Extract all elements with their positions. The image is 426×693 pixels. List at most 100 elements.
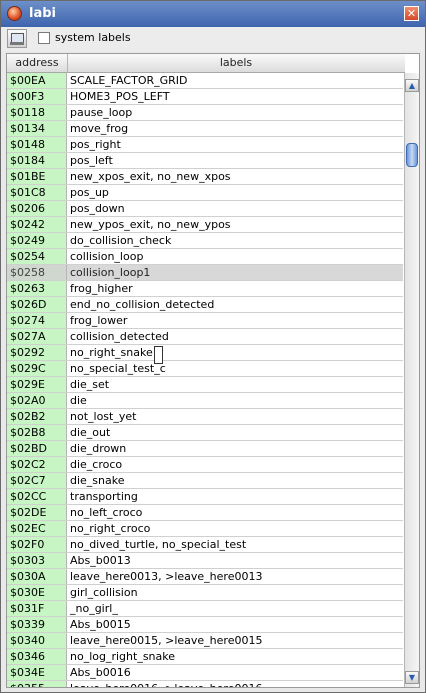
address-cell[interactable]: $0242 (7, 217, 67, 232)
address-cell[interactable]: $02BD (7, 441, 67, 456)
label-cell[interactable]: leave_here0015, >leave_here0015 (68, 633, 403, 648)
label-cell[interactable]: no_left_croco (68, 505, 403, 520)
table-row[interactable]: $027A collision_detected (7, 329, 403, 345)
address-cell[interactable]: $02C7 (7, 473, 67, 488)
label-cell[interactable]: no_log_right_snake (68, 649, 403, 664)
table-row[interactable]: $029C no_special_test_c (7, 361, 403, 377)
table-row[interactable]: $0242 new_ypos_exit, no_new_ypos (7, 217, 403, 233)
table-row[interactable]: $02C2 die_croco (7, 457, 403, 473)
table-row[interactable]: $00F3 HOME3_POS_LEFT (7, 89, 403, 105)
address-cell[interactable]: $02DE (7, 505, 67, 520)
label-cell[interactable]: pos_down (68, 201, 403, 216)
system-labels-label[interactable]: system labels (55, 31, 131, 44)
table-row[interactable]: $0292 no_right_snake (7, 345, 403, 361)
column-header-labels[interactable]: labels (68, 54, 404, 72)
address-cell[interactable]: $029E (7, 377, 67, 392)
table-row[interactable]: $02A0 die (7, 393, 403, 409)
label-cell[interactable]: _no_girl_ (68, 601, 403, 616)
table-row[interactable]: $0118 pause_loop (7, 105, 403, 121)
address-cell[interactable]: $0340 (7, 633, 67, 648)
address-cell[interactable]: $00EA (7, 73, 67, 88)
label-cell[interactable]: die_set (68, 377, 403, 392)
table-row[interactable]: $030E girl_collision (7, 585, 403, 601)
label-cell[interactable]: Abs_b0013 (68, 553, 403, 568)
table-row[interactable]: $0148 pos_right (7, 137, 403, 153)
address-cell[interactable]: $0184 (7, 153, 67, 168)
label-cell[interactable]: transporting (68, 489, 403, 504)
label-cell[interactable]: frog_higher (68, 281, 403, 296)
table-row[interactable]: $0303 Abs_b0013 (7, 553, 403, 569)
label-cell[interactable]: die_snake (68, 473, 403, 488)
label-cell[interactable]: no_right_croco (68, 521, 403, 536)
table-row[interactable]: $01BE new_xpos_exit, no_new_xpos (7, 169, 403, 185)
label-cell[interactable]: SCALE_FACTOR_GRID (68, 73, 403, 88)
address-cell[interactable]: $034E (7, 665, 67, 680)
address-cell[interactable]: $01BE (7, 169, 67, 184)
table-row[interactable]: $0184 pos_left (7, 153, 403, 169)
close-button[interactable]: ✕ (404, 6, 419, 21)
label-cell[interactable]: die_out (68, 425, 403, 440)
address-cell[interactable]: $0274 (7, 313, 67, 328)
label-cell[interactable]: no_right_snake (68, 345, 403, 360)
table-row[interactable]: $02F0 no_dived_turtle, no_special_test (7, 537, 403, 553)
address-cell[interactable]: $0134 (7, 121, 67, 136)
label-cell[interactable]: Abs_b0015 (68, 617, 403, 632)
label-cell[interactable]: die_croco (68, 457, 403, 472)
label-cell[interactable]: no_special_test_c (68, 361, 403, 376)
address-cell[interactable]: $01C8 (7, 185, 67, 200)
label-cell[interactable]: die (68, 393, 403, 408)
label-cell[interactable]: pos_right (68, 137, 403, 152)
label-cell[interactable]: do_collision_check (68, 233, 403, 248)
table-row[interactable]: $0258 collision_loop1 (7, 265, 403, 281)
table-row[interactable]: $0263 frog_higher (7, 281, 403, 297)
address-cell[interactable]: $02B8 (7, 425, 67, 440)
address-cell[interactable]: $0303 (7, 553, 67, 568)
address-cell[interactable]: $0206 (7, 201, 67, 216)
table-row[interactable]: $02C7 die_snake (7, 473, 403, 489)
label-cell[interactable]: pos_left (68, 153, 403, 168)
address-cell[interactable]: $026D (7, 297, 67, 312)
address-cell[interactable]: $0249 (7, 233, 67, 248)
address-cell[interactable]: $02B2 (7, 409, 67, 424)
label-cell[interactable]: die_drown (68, 441, 403, 456)
label-cell[interactable]: new_ypos_exit, no_new_ypos (68, 217, 403, 232)
label-cell[interactable]: collision_loop (68, 249, 403, 264)
label-cell[interactable]: no_dived_turtle, no_special_test (68, 537, 403, 552)
table-row[interactable]: $0134 move_frog (7, 121, 403, 137)
print-button[interactable] (7, 29, 27, 48)
table-row[interactable]: $0346 no_log_right_snake (7, 649, 403, 665)
label-cell[interactable]: leave_here0013, >leave_here0013 (68, 569, 403, 584)
address-cell[interactable]: $029C (7, 361, 67, 376)
table-row[interactable]: $02BD die_drown (7, 441, 403, 457)
label-cell[interactable]: move_frog (68, 121, 403, 136)
address-cell[interactable]: $030E (7, 585, 67, 600)
table-row[interactable]: $02CC transporting (7, 489, 403, 505)
title-bar[interactable]: labi ✕ (1, 1, 425, 28)
label-cell[interactable]: not_lost_yet (68, 409, 403, 424)
address-cell[interactable]: $00F3 (7, 89, 67, 104)
address-cell[interactable]: $0346 (7, 649, 67, 664)
column-header-address[interactable]: address (7, 54, 68, 72)
address-cell[interactable]: $027A (7, 329, 67, 344)
address-cell[interactable]: $02F0 (7, 537, 67, 552)
address-cell[interactable]: $0263 (7, 281, 67, 296)
table-row[interactable]: $030A leave_here0013, >leave_here0013 (7, 569, 403, 585)
address-cell[interactable]: $0355 (7, 681, 67, 687)
table-row[interactable]: $031F _no_girl_ (7, 601, 403, 617)
address-cell[interactable]: $030A (7, 569, 67, 584)
address-cell[interactable]: $0118 (7, 105, 67, 120)
label-cell[interactable]: pos_up (68, 185, 403, 200)
label-cell[interactable]: HOME3_POS_LEFT (68, 89, 403, 104)
table-row[interactable]: $02B2 not_lost_yet (7, 409, 403, 425)
label-cell[interactable]: girl_collision (68, 585, 403, 600)
label-cell[interactable]: leave_here0016, >leave_here0016 (68, 681, 403, 687)
address-cell[interactable]: $0148 (7, 137, 67, 152)
vertical-scrollbar[interactable]: ▲ ▼ (404, 73, 419, 687)
table-row[interactable]: $0274 frog_lower (7, 313, 403, 329)
table-row[interactable]: $026D end_no_collision_detected (7, 297, 403, 313)
scroll-up-button[interactable]: ▲ (405, 79, 419, 92)
address-cell[interactable]: $02EC (7, 521, 67, 536)
table-row[interactable]: $034E Abs_b0016 (7, 665, 403, 681)
table-row[interactable]: $02DE no_left_croco (7, 505, 403, 521)
label-cell[interactable]: pause_loop (68, 105, 403, 120)
